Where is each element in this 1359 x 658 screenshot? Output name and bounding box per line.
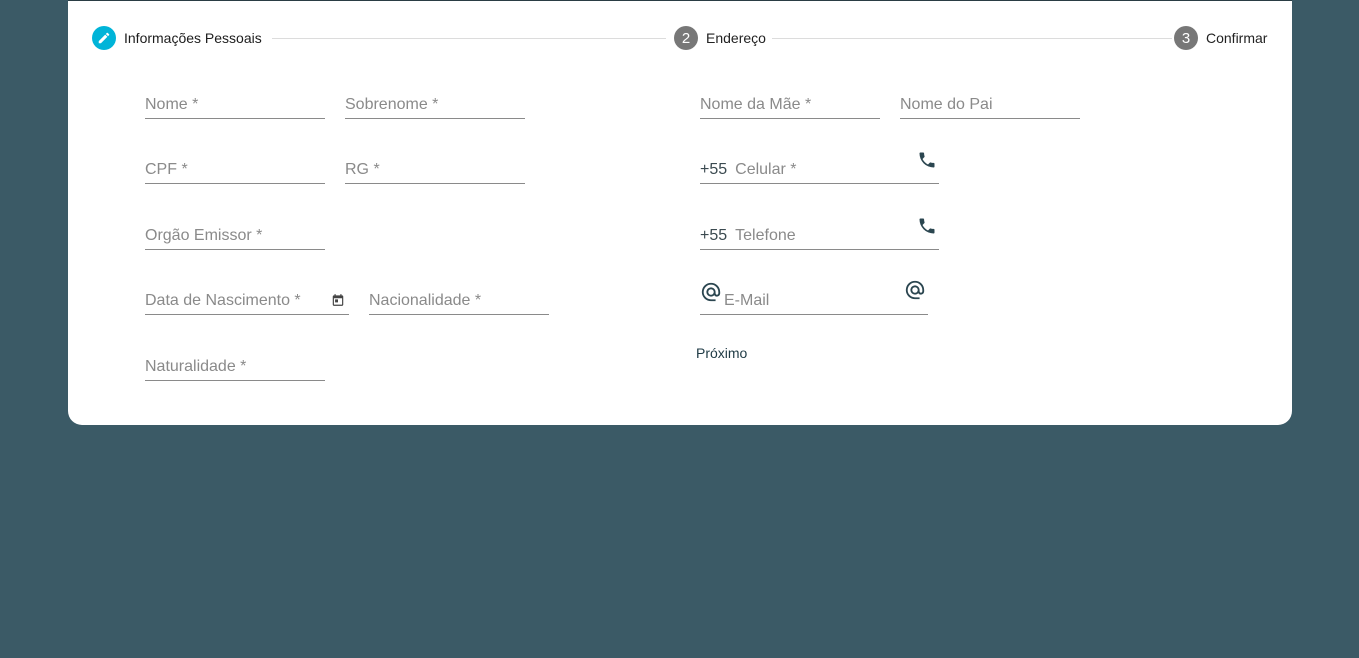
email-field[interactable]: E-Mail (700, 280, 928, 315)
birth-date-field[interactable]: Data de Nascimento * (145, 287, 349, 315)
first-name-field[interactable]: Nome * (145, 91, 325, 119)
father-name-field[interactable]: Nome do Pai (900, 91, 1080, 119)
issuing-agency-placeholder: Orgão Emissor * (145, 226, 263, 244)
step-connector (772, 38, 1172, 39)
nationality-placeholder: Nacionalidade * (369, 291, 482, 309)
mobile-field[interactable]: +55 Celular * (700, 152, 939, 184)
country-code: +55 (700, 226, 728, 244)
country-code: +55 (700, 160, 728, 178)
step-label: Confirmar (1206, 30, 1268, 46)
at-sign-icon (904, 279, 926, 306)
mother-name-placeholder: Nome da Mãe * (700, 95, 812, 113)
rg-field[interactable]: RG * (345, 156, 525, 184)
step-personal-info[interactable]: Informações Pessoais (92, 25, 262, 51)
cpf-placeholder: CPF * (145, 160, 188, 178)
edit-icon (92, 26, 116, 50)
email-placeholder: E-Mail (724, 291, 770, 309)
cpf-field[interactable]: CPF * (145, 156, 325, 184)
calendar-icon[interactable] (331, 293, 345, 312)
step-number: 3 (1174, 26, 1198, 50)
next-button[interactable]: Próximo (696, 345, 747, 361)
phone-field[interactable]: +55 Telefone (700, 218, 939, 250)
phone-icon (917, 150, 937, 175)
at-sign-icon (700, 281, 722, 308)
last-name-field[interactable]: Sobrenome * (345, 91, 525, 119)
step-number: 2 (674, 26, 698, 50)
step-label: Endereço (706, 30, 766, 46)
step-connector (272, 38, 666, 39)
mobile-placeholder: Celular * (735, 160, 797, 178)
birthplace-field[interactable]: Naturalidade * (145, 353, 325, 381)
issuing-agency-field[interactable]: Orgão Emissor * (145, 222, 325, 250)
birthplace-placeholder: Naturalidade * (145, 357, 247, 375)
last-name-placeholder: Sobrenome * (345, 95, 439, 113)
father-name-placeholder: Nome do Pai (900, 95, 993, 113)
first-name-placeholder: Nome * (145, 95, 199, 113)
step-confirm[interactable]: 3 Confirmar (1174, 25, 1267, 51)
form-card: Informações Pessoais 2 Endereço 3 Confir… (68, 0, 1292, 425)
step-label: Informações Pessoais (124, 30, 262, 46)
step-address[interactable]: 2 Endereço (674, 25, 766, 51)
birth-date-placeholder: Data de Nascimento * (145, 291, 301, 309)
mother-name-field[interactable]: Nome da Mãe * (700, 91, 880, 119)
phone-placeholder: Telefone (735, 226, 796, 244)
rg-placeholder: RG * (345, 160, 380, 178)
phone-icon (917, 216, 937, 241)
nationality-field[interactable]: Nacionalidade * (369, 287, 549, 315)
